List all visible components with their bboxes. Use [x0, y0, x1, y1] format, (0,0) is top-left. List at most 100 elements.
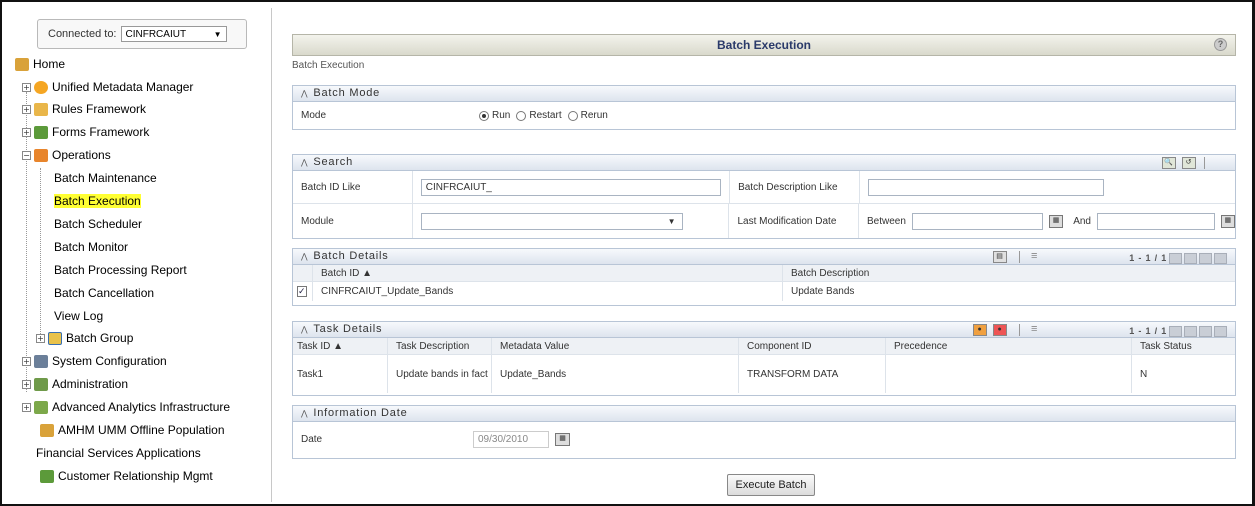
sidebar-item-administration[interactable]: + Administration: [22, 374, 128, 394]
batch-id-input[interactable]: CINFRCAIUT_: [420, 178, 721, 196]
batch-mode-header[interactable]: ⋀ Batch Mode: [293, 86, 1235, 102]
rerun-radio[interactable]: [567, 110, 578, 121]
analytics-icon: [34, 400, 48, 414]
task-pager: 1 - 1 / 1: [1129, 324, 1227, 339]
add-precedence-icon[interactable]: ●: [973, 324, 987, 336]
batch-desc-column[interactable]: Batch Description: [783, 265, 1235, 281]
task-id-column[interactable]: Task ID ▲: [293, 338, 388, 354]
search-row-2: Module ▼ Last Modification Date Between …: [293, 204, 1235, 238]
row-checkbox[interactable]: ✓: [297, 286, 307, 297]
collapse-icon[interactable]: ⋀: [301, 409, 308, 418]
run-radio[interactable]: [479, 110, 489, 121]
sidebar-item-batch-processing-report[interactable]: Batch Processing Report: [54, 260, 187, 280]
precedence-cell: [886, 355, 1132, 393]
batch-id-cell: CINFRCAIUT_: [413, 171, 731, 203]
sidebar-item-financial-services-applications[interactable]: Financial Services Applications: [36, 443, 201, 463]
information-date-header[interactable]: ⋀ Information Date: [293, 406, 1235, 422]
batch-table-header: Batch ID ▲ Batch Description: [293, 265, 1235, 282]
reset-icon[interactable]: ↺: [1182, 157, 1196, 169]
module-select[interactable]: ▼: [420, 212, 683, 230]
connection-dropdown[interactable]: CINFRCAIUT ▼: [120, 26, 227, 42]
batch-details-header[interactable]: ⋀ Batch Details ▤ ≡ 1 - 1 / 1: [293, 249, 1235, 265]
expand-icon[interactable]: +: [36, 333, 45, 343]
sidebar-item-forms-framework[interactable]: + Forms Framework: [22, 122, 149, 142]
expand-icon[interactable]: +: [22, 104, 31, 114]
expand-icon[interactable]: +: [22, 127, 31, 137]
table-row[interactable]: ✓ CINFRCAIUT_Update_Bands Update Bands: [293, 282, 1235, 301]
mode-radio-group: Run Restart Rerun: [473, 110, 608, 121]
sidebar-item-batch-group[interactable]: + Batch Group: [36, 328, 133, 348]
last-page-icon[interactable]: [1214, 253, 1227, 264]
information-date-panel: ⋀ Information Date Date 09/30/2010 ▦: [292, 405, 1236, 459]
task-details-header[interactable]: ⋀ Task Details ● ● ≡ 1 - 1 / 1: [293, 322, 1235, 338]
task-desc-column[interactable]: Task Description: [388, 338, 492, 354]
collapse-icon[interactable]: −: [22, 150, 31, 160]
and-date-input[interactable]: [1096, 212, 1215, 230]
expand-icon[interactable]: +: [22, 379, 31, 389]
sidebar-item-label: Batch Maintenance: [54, 171, 157, 185]
batch-desc-label: Batch Description Like: [730, 171, 860, 203]
sidebar-item-home[interactable]: Home: [15, 54, 65, 74]
batch-mode-panel: ⋀ Batch Mode Mode Run Restart Rerun: [292, 85, 1236, 130]
pager-text: 1 - 1 / 1: [1129, 326, 1167, 336]
task-status-column[interactable]: Task Status: [1132, 338, 1235, 354]
collapse-icon[interactable]: ⋀: [301, 158, 308, 167]
calendar-icon[interactable]: ▦: [555, 432, 570, 446]
restart-radio[interactable]: [516, 110, 527, 121]
sidebar-item-amhm-umm-offline-population[interactable]: AMHM UMM Offline Population: [40, 420, 225, 440]
sidebar-item-label: Batch Execution: [54, 194, 141, 208]
calendar-icon[interactable]: ▦: [1220, 214, 1235, 228]
execute-batch-button[interactable]: Execute Batch: [727, 474, 815, 496]
rerun-label: Rerun: [580, 110, 608, 121]
sidebar-item-advanced-analytics-infrastructure[interactable]: + Advanced Analytics Infrastructure: [22, 397, 230, 417]
between-date-input[interactable]: [911, 212, 1043, 230]
collapse-icon[interactable]: ⋀: [301, 252, 308, 261]
filter-icon[interactable]: ≡: [1031, 322, 1038, 337]
sidebar-item-batch-scheduler[interactable]: Batch Scheduler: [54, 214, 142, 234]
sidebar-item-label: Batch Monitor: [54, 240, 129, 254]
prev-page-icon[interactable]: [1184, 326, 1197, 337]
sidebar-item-system-configuration[interactable]: + System Configuration: [22, 351, 167, 371]
calendar-icon[interactable]: ▦: [1048, 214, 1064, 228]
filter-icon[interactable]: ≡: [1031, 249, 1038, 264]
expand-icon[interactable]: +: [22, 402, 31, 412]
prev-page-icon[interactable]: [1184, 253, 1197, 264]
sidebar-item-view-log[interactable]: View Log: [54, 306, 103, 326]
search-icon[interactable]: 🔍: [1162, 157, 1176, 169]
component-column[interactable]: Component ID: [739, 338, 886, 354]
date-input[interactable]: 09/30/2010: [473, 430, 549, 448]
home-icon: [15, 57, 29, 71]
next-page-icon[interactable]: [1199, 253, 1212, 264]
sidebar-item-batch-execution[interactable]: Batch Execution: [54, 191, 141, 211]
table-row[interactable]: Task1 Update bands in fact Update_Bands …: [293, 355, 1235, 393]
expand-icon[interactable]: +: [22, 82, 31, 92]
panel-title: Information Date: [313, 407, 408, 419]
precedence-column[interactable]: Precedence: [886, 338, 1132, 354]
sidebar-item-batch-monitor[interactable]: Batch Monitor: [54, 237, 128, 257]
first-page-icon[interactable]: [1169, 253, 1182, 264]
metadata-column[interactable]: Metadata Value: [492, 338, 739, 354]
help-icon[interactable]: ?: [1214, 38, 1227, 51]
run-batch-icon[interactable]: ▤: [993, 251, 1007, 263]
and-label: And: [1073, 215, 1091, 227]
batch-id-column[interactable]: Batch ID ▲: [313, 265, 783, 281]
search-header[interactable]: ⋀ Search 🔍 ↺: [293, 155, 1235, 171]
sidebar-item-customer-relationship-mgmt[interactable]: Customer Relationship Mgmt: [40, 466, 213, 486]
connected-label: Connected to:: [48, 28, 117, 40]
connection-value: CINFRCAIUT: [125, 28, 187, 40]
sidebar-item-batch-maintenance[interactable]: Batch Maintenance: [54, 168, 157, 188]
first-page-icon[interactable]: [1169, 326, 1182, 337]
batch-desc-input[interactable]: [867, 178, 1104, 196]
sidebar-item-rules-framework[interactable]: + Rules Framework: [22, 99, 146, 119]
collapse-icon[interactable]: ⋀: [301, 89, 308, 98]
sidebar-item-unified-metadata-manager[interactable]: + Unified Metadata Manager: [22, 77, 193, 97]
collapse-icon[interactable]: ⋀: [301, 325, 308, 334]
check-col-header: [293, 265, 313, 281]
last-page-icon[interactable]: [1214, 326, 1227, 337]
rules-icon: [34, 102, 48, 116]
sidebar-item-operations[interactable]: − Operations: [22, 145, 111, 165]
remove-precedence-icon[interactable]: ●: [993, 324, 1007, 336]
sidebar-item-batch-cancellation[interactable]: Batch Cancellation: [54, 283, 154, 303]
expand-icon[interactable]: +: [22, 356, 31, 366]
next-page-icon[interactable]: [1199, 326, 1212, 337]
